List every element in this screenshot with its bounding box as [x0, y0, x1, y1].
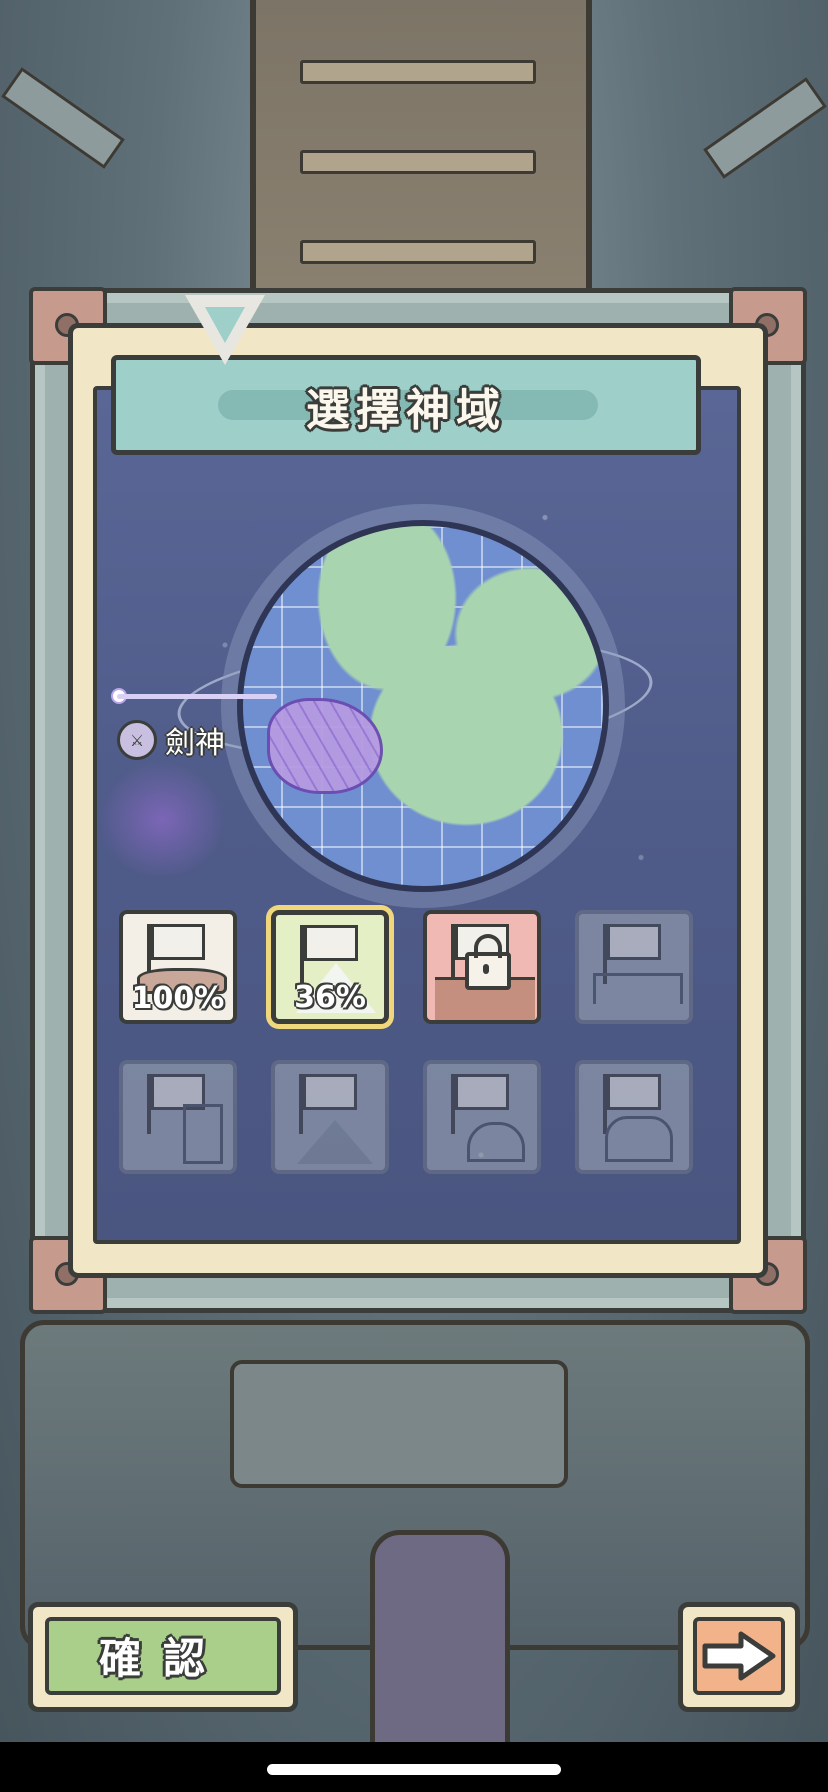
next-button-face: [693, 1617, 785, 1695]
console-panel: [230, 1360, 568, 1488]
pipe-right: [703, 77, 827, 179]
constellation-decoration: [97, 760, 227, 880]
domain-tile-5: [119, 1060, 237, 1174]
world-globe: [173, 520, 657, 892]
panel-frame: ⚔ 劍神 100% 36%: [68, 323, 768, 1278]
domain-progress: 100%: [131, 981, 225, 1016]
domain-tile-2[interactable]: 36%: [271, 910, 389, 1024]
home-indicator[interactable]: [267, 1764, 561, 1775]
confirm-button[interactable]: 確認: [28, 1602, 298, 1712]
title-bar: 選擇神域: [111, 355, 701, 455]
ladder-rung: [300, 240, 536, 264]
domain-tile-1[interactable]: 100%: [119, 910, 237, 1024]
confirm-label: 確認: [98, 1634, 227, 1683]
pipe-left: [1, 67, 125, 169]
domain-tile-4: [575, 910, 693, 1024]
region-label[interactable]: ⚔ 劍神: [117, 718, 225, 762]
flag-bridge-icon: [579, 914, 689, 1020]
flag-pyramid-icon: [275, 1064, 385, 1170]
ladder-rung: [300, 150, 536, 174]
space-map: ⚔ 劍神 100% 36%: [93, 386, 741, 1244]
region-name: 劍神: [165, 726, 225, 761]
arrow-right-icon: [702, 1631, 776, 1681]
flag-dome-icon: [427, 1064, 537, 1170]
domain-tile-3[interactable]: [423, 910, 541, 1024]
domain-progress: 36%: [294, 980, 366, 1015]
ladder-rung: [300, 60, 536, 84]
region-pointer-line: [117, 694, 277, 699]
next-button[interactable]: [678, 1602, 800, 1712]
flag-clocktower-icon: [123, 1064, 233, 1170]
domain-select-panel: ⚔ 劍神 100% 36% 選擇神域: [29, 287, 807, 1314]
domain-tile-6: [271, 1060, 389, 1174]
sword-emblem-icon: ⚔: [117, 720, 157, 760]
flag-palace-icon: [579, 1064, 689, 1170]
lock-icon: [465, 934, 511, 990]
page-title: 選擇神域: [306, 385, 506, 436]
gas-tank: [370, 1530, 510, 1770]
domain-tile-7: [423, 1060, 541, 1174]
triangle-logo-icon: [185, 295, 265, 365]
domain-tile-8: [575, 1060, 693, 1174]
